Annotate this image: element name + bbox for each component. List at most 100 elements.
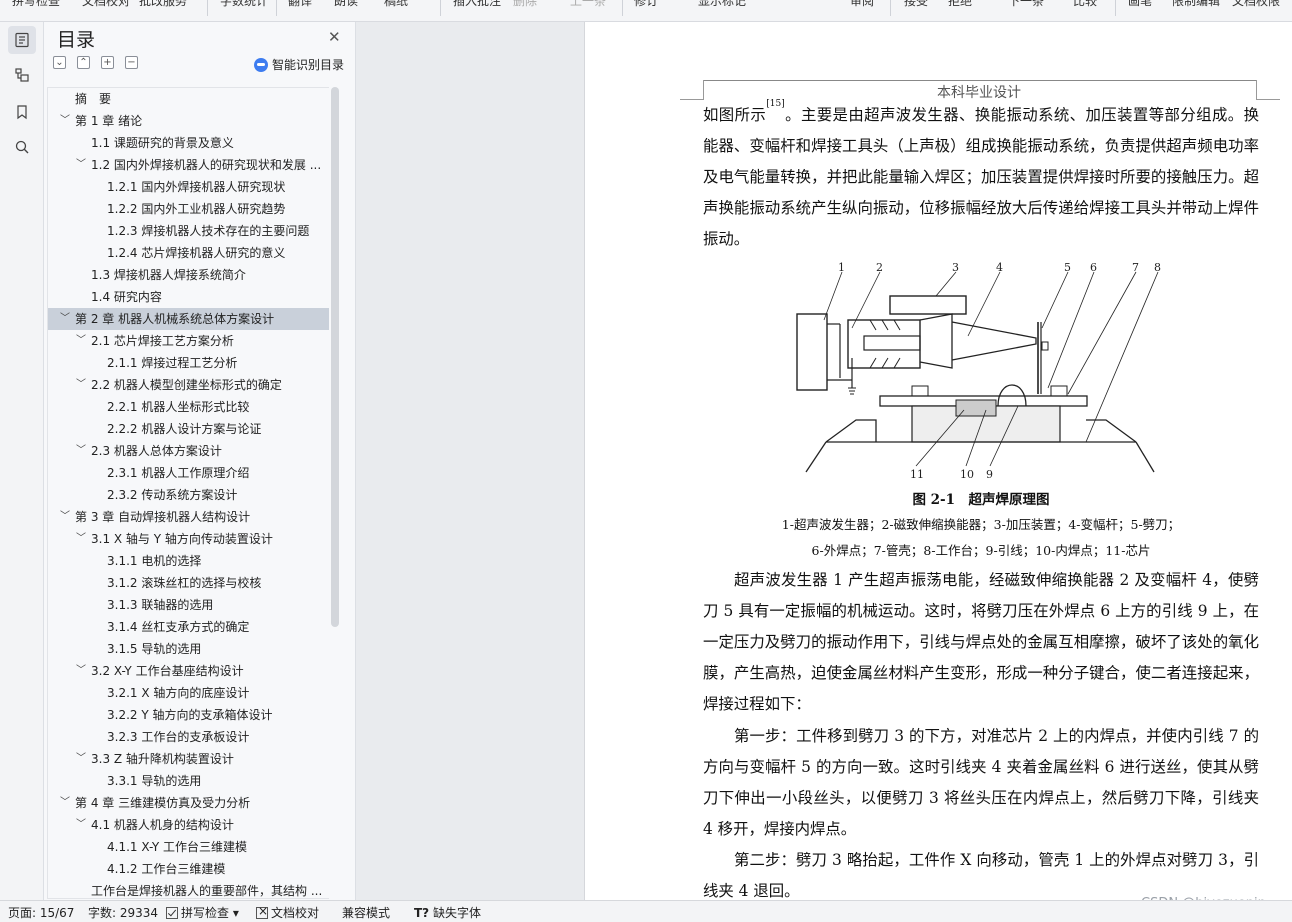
chevron-down-icon[interactable]: ﹀: [59, 110, 71, 132]
toc-item-label: 1.2.2 国内外工业机器人研究趋势: [107, 202, 286, 216]
toc-item[interactable]: 1.2.3 焊接机器人技术存在的主要问题: [48, 220, 329, 242]
chevron-down-icon[interactable]: ﹀: [75, 330, 87, 352]
word-count[interactable]: 字数: 29334: [88, 904, 158, 921]
toc-item[interactable]: 4.1.2 工作台三维建模: [48, 858, 329, 880]
bookmark-rail-button[interactable]: [8, 98, 36, 126]
toc-item-label: 1.4 研究内容: [91, 290, 162, 304]
toc-item[interactable]: 2.3.2 传动系统方案设计: [48, 484, 329, 506]
toc-item[interactable]: ﹀ 3.2 X-Y 工作台基座结构设计: [48, 660, 329, 682]
collapse-minus-icon[interactable]: −: [125, 56, 138, 69]
toc-item[interactable]: 3.3.1 导轨的选用: [48, 770, 329, 792]
smart-toc-button[interactable]: 智能识别目录: [254, 56, 344, 73]
track-changes-button[interactable]: 修订: [634, 0, 658, 9]
toc-item[interactable]: 4.1.1 X-Y 工作台三维建模: [48, 836, 329, 858]
collapse-down-icon[interactable]: ⌄: [53, 56, 66, 69]
toc-item[interactable]: 3.1.4 丝杠支承方式的确定: [48, 616, 329, 638]
collapse-up-icon[interactable]: ⌃: [77, 56, 90, 69]
toc-scrollbar[interactable]: [331, 87, 339, 627]
show-markup-button[interactable]: 显示标记: [698, 0, 746, 9]
chevron-down-icon[interactable]: ﹀: [75, 154, 87, 176]
chevron-down-icon[interactable]: ﹀: [75, 660, 87, 682]
paragraph-step1[interactable]: 第一步：工件移到劈刀 3 的下方，对准芯片 2 上的内焊点，并使内引线 7 的方…: [703, 721, 1259, 845]
toc-item[interactable]: 1.2.4 芯片焊接机器人研究的意义: [48, 242, 329, 264]
toc-item[interactable]: ﹀ 3.1 X 轴与 Y 轴方向传动装置设计: [48, 528, 329, 550]
chevron-down-icon[interactable]: ﹀: [75, 440, 87, 462]
read-aloud-button[interactable]: 朗读: [334, 0, 358, 9]
doc-permission-button[interactable]: 文档权限: [1232, 0, 1280, 9]
review-button[interactable]: 审阅: [850, 0, 874, 9]
intro-text-cont: 。主要是由超声波发生器、换能振动系统、加压装置等部分组成。换能器、变幅杆和焊接工…: [703, 106, 1259, 248]
search-rail-button[interactable]: [8, 133, 36, 161]
prev-comment-button[interactable]: 上一条: [570, 0, 606, 9]
toc-item[interactable]: ﹀ 4.1 机器人机身的结构设计: [48, 814, 329, 836]
toc-item-label: 3.3.1 导轨的选用: [107, 774, 202, 788]
toc-item[interactable]: ﹀ 第 2 章 机器人机械系统总体方案设计: [48, 308, 329, 330]
toc-item[interactable]: 3.1.3 联轴器的选用: [48, 594, 329, 616]
restrict-edit-button[interactable]: 限制编辑: [1172, 0, 1220, 9]
compare-button[interactable]: 比较: [1073, 0, 1097, 9]
toc-item[interactable]: 3.2.2 Y 轴方向的支承箱体设计: [48, 704, 329, 726]
proofread-toggle[interactable]: 文档校对: [256, 904, 319, 921]
chevron-down-icon[interactable]: ﹀: [59, 792, 71, 814]
toc-item[interactable]: 1.4 研究内容: [48, 286, 329, 308]
toc-item[interactable]: ﹀ 3.3 Z 轴升降机构装置设计: [48, 748, 329, 770]
toc-item[interactable]: 2.3.1 机器人工作原理介绍: [48, 462, 329, 484]
paragraph-intro[interactable]: 如图所示[15]。主要是由超声波发生器、换能振动系统、加压装置等部分组成。换能器…: [703, 100, 1259, 255]
toc-item-label: 第 2 章 机器人机械系统总体方案设计: [75, 312, 275, 326]
pen-button[interactable]: 画笔: [1128, 0, 1152, 9]
accept-button[interactable]: 接受: [904, 0, 928, 9]
correction-service-button[interactable]: 批改服务: [139, 0, 187, 9]
doc-proofread-button[interactable]: 文档校对: [82, 0, 130, 9]
toc-item-label: 3.2 X-Y 工作台基座结构设计: [91, 664, 244, 678]
draft-paper-button[interactable]: 稿纸: [384, 0, 408, 9]
toc-item[interactable]: 3.1.1 电机的选择: [48, 550, 329, 572]
chevron-down-icon[interactable]: ﹀: [75, 528, 87, 550]
toc-item[interactable]: ﹀ 第 1 章 绪论: [48, 110, 329, 132]
spell-check-button[interactable]: 拼写检查: [12, 0, 60, 9]
spell-check-label: 拼写检查: [181, 906, 230, 920]
page-indicator[interactable]: 页面: 15/67: [8, 904, 74, 921]
toc-item[interactable]: ﹀ 第 4 章 三维建模仿真及受力分析: [48, 792, 329, 814]
paragraph-process[interactable]: 超声波发生器 1 产生超声振荡电能，经磁致伸缩换能器 2 及变幅杆 4，使劈刀 …: [703, 565, 1259, 720]
chapter-rail-button[interactable]: [8, 61, 36, 89]
translate-button[interactable]: 翻译: [288, 0, 312, 9]
compat-mode[interactable]: 兼容模式: [342, 904, 390, 921]
toc-item[interactable]: 1.2.2 国内外工业机器人研究趋势: [48, 198, 329, 220]
expand-plus-icon[interactable]: +: [101, 56, 114, 69]
chevron-down-icon[interactable]: ﹀: [59, 308, 71, 330]
insert-comment-button[interactable]: 插入批注: [453, 0, 501, 9]
missing-font[interactable]: T? 缺失字体: [414, 904, 481, 921]
toc-item[interactable]: 摘 要: [48, 88, 329, 110]
toc-rail-button[interactable]: [8, 26, 36, 54]
chapter-nav-icon: [15, 68, 29, 82]
toc-item[interactable]: ﹀ 2.1 芯片焊接工艺方案分析: [48, 330, 329, 352]
toc-item[interactable]: 2.1.1 焊接过程工艺分析: [48, 352, 329, 374]
toc-item[interactable]: 3.2.1 X 轴方向的底座设计: [48, 682, 329, 704]
toc-item[interactable]: 2.2.1 机器人坐标形式比较: [48, 396, 329, 418]
toc-item[interactable]: 1.1 课题研究的背景及意义: [48, 132, 329, 154]
word-count-button[interactable]: 字数统计: [220, 0, 268, 9]
toc-item[interactable]: ﹀ 第 3 章 自动焊接机器人结构设计: [48, 506, 329, 528]
chevron-down-icon[interactable]: ﹀: [75, 748, 87, 770]
toc-item[interactable]: ﹀ 2.3 机器人总体方案设计: [48, 440, 329, 462]
toc-item[interactable]: 工作台是焊接机器人的重要部件，其结构 ...: [48, 880, 329, 898]
toc-item[interactable]: 1.2.1 国内外焊接机器人研究现状: [48, 176, 329, 198]
chevron-down-icon[interactable]: ﹀: [75, 814, 87, 836]
chevron-down-icon[interactable]: ﹀: [75, 374, 87, 396]
delete-comment-button[interactable]: 删除: [513, 0, 537, 9]
toc-item[interactable]: 1.3 焊接机器人焊接系统简介: [48, 264, 329, 286]
toc-item[interactable]: 2.2.2 机器人设计方案与论证: [48, 418, 329, 440]
chevron-down-icon[interactable]: ﹀: [59, 506, 71, 528]
toc-item-label: 2.1.1 焊接过程工艺分析: [107, 356, 238, 370]
toc-item[interactable]: ﹀ 2.2 机器人模型创建坐标形式的确定: [48, 374, 329, 396]
toc-item[interactable]: 3.1.5 导轨的选用: [48, 638, 329, 660]
reject-button[interactable]: 拒绝: [948, 0, 972, 9]
toc-item[interactable]: 3.2.3 工作台的支承板设计: [48, 726, 329, 748]
close-icon[interactable]: ✕: [328, 28, 341, 46]
spell-check-toggle[interactable]: 拼写检查 ▾: [166, 904, 239, 921]
figure-label-9: 9: [986, 468, 993, 481]
toc-item[interactable]: ﹀ 1.2 国内外焊接机器人的研究现状和发展 ...: [48, 154, 329, 176]
toc-item[interactable]: 3.1.2 滚珠丝杠的选择与校核: [48, 572, 329, 594]
next-change-button[interactable]: 下一条: [1008, 0, 1044, 9]
figure-legend-line2: 6-外焊点；7-管壳；8-工作台；9-引线；10-内焊点；11-芯片: [811, 543, 1151, 558]
